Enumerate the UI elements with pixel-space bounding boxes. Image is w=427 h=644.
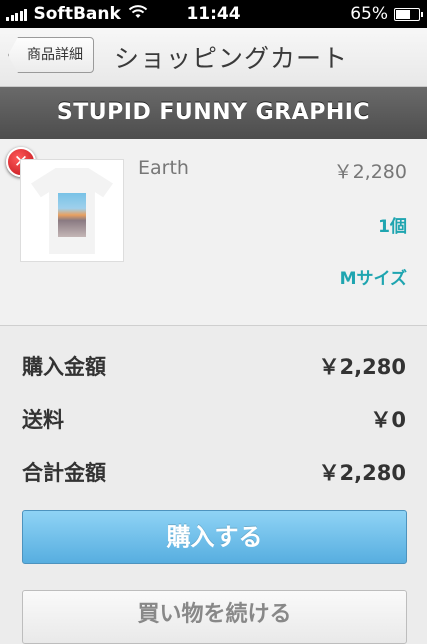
shipping-value: ￥0	[370, 408, 406, 432]
subtotal-label: 購入金額	[22, 355, 106, 379]
continue-shopping-button[interactable]: 買い物を続ける	[22, 590, 407, 644]
navigation-bar: 商品詳細 ショッピングカート	[0, 28, 427, 87]
purchase-button[interactable]: 購入する	[22, 510, 407, 564]
shop-name-header: STUPID FUNNY GRAPHIC	[0, 87, 427, 139]
status-right: 65%	[350, 4, 423, 24]
item-price: ￥2,280	[333, 161, 407, 183]
item-name: Earth	[138, 157, 189, 179]
back-button[interactable]: 商品詳細	[8, 37, 94, 73]
battery-percent: 65%	[350, 4, 388, 24]
earth-print-graphic	[58, 193, 86, 237]
cart-item: ✕ Earth ￥2,280 1個 Mサイズ	[0, 139, 427, 326]
status-bar: SoftBank 11:44 65%	[0, 0, 427, 28]
subtotal-value: ￥2,280	[318, 355, 406, 379]
shipping-label: 送料	[22, 408, 64, 432]
item-quantity[interactable]: 1個	[378, 212, 407, 237]
total-value: ￥2,280	[318, 461, 406, 485]
product-thumbnail[interactable]	[20, 159, 124, 262]
battery-fill	[396, 9, 410, 19]
page-title: ショッピングカート	[114, 44, 349, 73]
battery-icon	[394, 7, 423, 21]
item-size[interactable]: Mサイズ	[340, 264, 407, 289]
total-label: 合計金額	[22, 461, 106, 485]
